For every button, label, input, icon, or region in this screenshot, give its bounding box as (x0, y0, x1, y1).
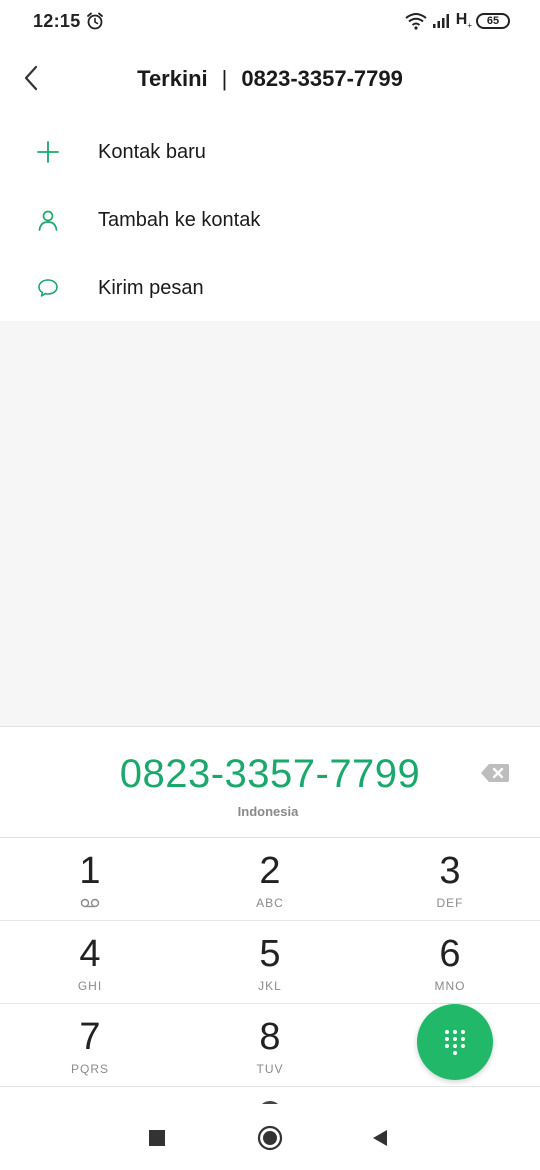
add-to-contact-item[interactable]: Tambah ke kontak (0, 186, 540, 254)
message-bubble-icon (36, 276, 60, 300)
status-bar: 12:15 H+ 65 (0, 0, 540, 44)
home-button[interactable] (256, 1124, 284, 1152)
dialpad-icon (445, 1030, 465, 1055)
back-nav-button[interactable] (366, 1124, 394, 1152)
key-digit: 3 (439, 850, 461, 892)
person-icon (36, 208, 60, 232)
key-1[interactable]: 1 (0, 838, 180, 921)
keypad-row-2: 4 GHI 5 JKL 6 MNO (0, 921, 540, 1004)
home-circle-icon (257, 1125, 283, 1151)
status-indicators: H+ 65 (404, 10, 510, 32)
key-2[interactable]: 2 ABC (180, 838, 360, 921)
plus-icon (36, 140, 60, 164)
header: Terkini | 0823-3357-7799 (0, 44, 540, 114)
network-type: H+ (455, 11, 472, 31)
key-digit: 6 (439, 933, 461, 975)
keypad-row-1: 1 2 ABC 3 DEF (0, 838, 540, 921)
voicemail-icon (80, 898, 100, 908)
key-letters: GHI (77, 979, 103, 993)
title-number: 0823-3357-7799 (241, 66, 403, 91)
dialpad-toggle-button[interactable] (417, 1004, 493, 1080)
key-letters: JKL (258, 979, 282, 993)
key-letters: PQRS (70, 1062, 109, 1076)
alarm-clock-icon (87, 12, 103, 30)
title-separator: | (221, 66, 228, 91)
key-digit: 4 (79, 933, 101, 975)
key-digit: 2 (259, 850, 281, 892)
recents-button[interactable] (143, 1124, 171, 1152)
action-list: Kontak baru Tambah ke kontak Kirim pesan (0, 118, 540, 322)
key-5[interactable]: 5 JKL (180, 921, 360, 1004)
add-to-contact-label: Tambah ke kontak (98, 208, 261, 231)
battery-indicator: 65 (476, 13, 510, 29)
dialed-number[interactable]: 0823-3357-7799 (0, 752, 540, 797)
new-contact-label: Kontak baru (98, 140, 206, 163)
key-6[interactable]: 6 MNO (360, 921, 540, 1004)
key-7[interactable]: 7 PQRS (0, 1004, 180, 1087)
send-message-label: Kirim pesan (98, 276, 204, 299)
square-icon (149, 1130, 165, 1146)
page-title: Terkini | 0823-3357-7799 (0, 66, 540, 92)
key-letters: TUV (256, 1062, 284, 1076)
key-letters: DEF (436, 896, 464, 910)
wifi-icon (405, 13, 427, 30)
backspace-icon (481, 764, 509, 782)
key-letters: MNO (434, 979, 466, 993)
new-contact-item[interactable]: Kontak baru (0, 118, 540, 186)
key-8[interactable]: 8 TUV (180, 1004, 360, 1087)
key-digit: 7 (79, 1016, 101, 1058)
status-time: 12:15 (33, 11, 81, 31)
dial-display: 0823-3357-7799 Indonesia (0, 728, 540, 838)
system-nav-bar (0, 1104, 540, 1170)
title-recent: Terkini (137, 66, 208, 91)
key-4[interactable]: 4 GHI (0, 921, 180, 1004)
key-3[interactable]: 3 DEF (360, 838, 540, 921)
key-digit: 1 (79, 850, 101, 892)
back-triangle-icon (373, 1130, 387, 1146)
key-letters: ABC (256, 896, 284, 910)
backspace-button[interactable] (480, 762, 510, 784)
signal-icon (432, 14, 449, 28)
key-digit: 8 (259, 1016, 281, 1058)
key-digit: 5 (259, 933, 281, 975)
send-message-item[interactable]: Kirim pesan (0, 254, 540, 322)
empty-content-area (0, 321, 540, 727)
country-label: Indonesia (237, 804, 299, 819)
